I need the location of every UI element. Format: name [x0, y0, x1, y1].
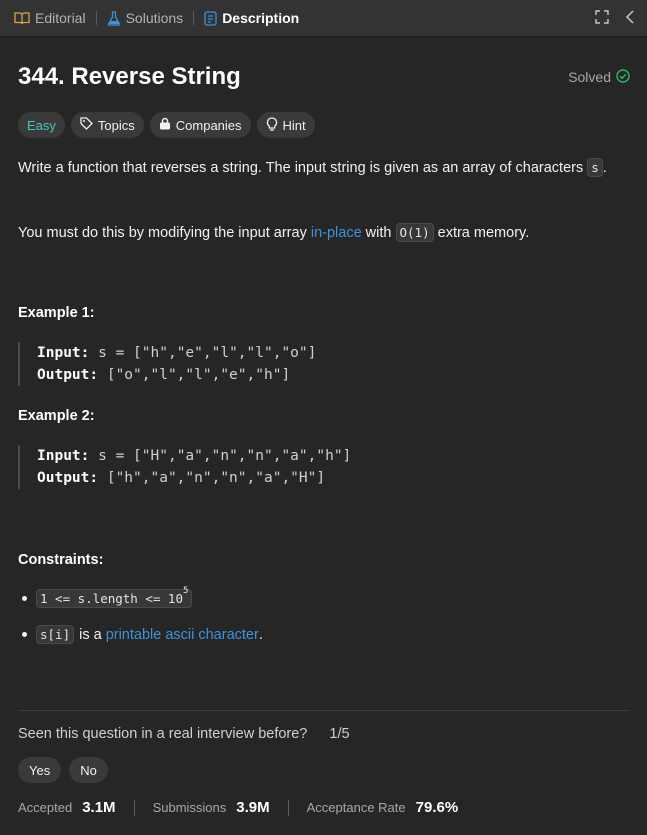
- lock-icon: [159, 117, 171, 133]
- tab-solutions[interactable]: Solutions: [107, 10, 184, 26]
- output-value: ["h","a","n","n","a","H"]: [106, 470, 326, 486]
- tab-description-label: Description: [222, 10, 300, 26]
- bullet-dot: [22, 596, 27, 602]
- submissions-value: 3.9M: [236, 799, 270, 816]
- accepted-value: 3.1M: [82, 799, 116, 816]
- constraint-text: .: [258, 626, 263, 643]
- title-row: 344. Reverse String Solved: [18, 63, 630, 91]
- tab-divider: [193, 11, 195, 25]
- tab-bar: Editorial Solutions Description: [0, 0, 647, 37]
- section-divider: [18, 710, 630, 711]
- interview-question-text: Seen this question in a real interview b…: [18, 726, 308, 742]
- example-2-block: Input: s = ["H","a","n","n","a","h"] Out…: [18, 445, 608, 489]
- stats-row: Accepted 3.1M Submissions 3.9M Acceptanc…: [18, 799, 458, 816]
- description-text: .: [602, 160, 607, 176]
- in-place-link[interactable]: in-place: [311, 225, 362, 241]
- solved-status: Solved: [568, 68, 630, 86]
- lightbulb-icon: [266, 116, 278, 134]
- constraint-text: is a: [79, 626, 102, 643]
- inline-code: 1 <= s.length <= 105: [36, 586, 193, 609]
- example-input-line: Input: s = ["H","a","n","n","a","h"]: [37, 445, 608, 467]
- description-text: You must do this by modifying the input …: [18, 225, 307, 241]
- example-2-heading: Example 2:: [18, 408, 95, 424]
- output-label: Output:: [37, 470, 99, 486]
- companies-label: Companies: [175, 117, 242, 133]
- stats-divider: [287, 799, 289, 816]
- description-paragraph-2: You must do this by modifying the input …: [18, 221, 630, 245]
- topics-button[interactable]: Topics: [70, 112, 144, 138]
- acceptance-rate-value: 79.6%: [415, 799, 459, 816]
- input-value: s = ["h","e","l","l","o"]: [98, 345, 317, 361]
- solved-label: Solved: [568, 69, 611, 85]
- interview-count: 1/5: [329, 726, 350, 742]
- output-label: Output:: [37, 367, 99, 383]
- example-output-line: Output: ["o","l","l","e","h"]: [37, 364, 608, 386]
- inline-code: s[i]: [36, 625, 75, 644]
- stats-divider: [133, 799, 135, 816]
- output-value: ["o","l","l","e","h"]: [106, 367, 291, 383]
- problem-tags: Easy Topics Companies Hint: [18, 112, 315, 138]
- tab-editorial[interactable]: Editorial: [14, 10, 86, 26]
- input-label: Input:: [37, 448, 90, 464]
- description-text: extra memory.: [437, 225, 530, 241]
- constraint-code: 1 <= s.length <= 10: [40, 591, 183, 607]
- yes-button[interactable]: Yes: [18, 757, 62, 783]
- problem-title[interactable]: 344. Reverse String: [18, 63, 241, 91]
- input-label: Input:: [37, 345, 90, 361]
- tabbar-actions: [595, 10, 635, 27]
- constraint-item: 1 <= s.length <= 105: [22, 586, 193, 609]
- accepted-label: Accepted: [18, 800, 73, 815]
- book-icon: [14, 11, 30, 25]
- check-circle-icon: [616, 68, 630, 86]
- fullscreen-icon[interactable]: [595, 10, 609, 27]
- tab-editorial-label: Editorial: [35, 10, 86, 26]
- document-icon: [204, 10, 217, 26]
- description-text: with: [365, 225, 392, 241]
- exponent: 5: [183, 586, 189, 596]
- input-value: s = ["H","a","n","n","a","h"]: [98, 448, 352, 464]
- tab-divider: [95, 11, 97, 25]
- interview-buttons: Yes No: [18, 757, 108, 783]
- example-1-heading: Example 1:: [18, 305, 95, 321]
- tag-icon: [80, 117, 93, 133]
- example-1-block: Input: s = ["h","e","l","l","o"] Output:…: [18, 342, 608, 386]
- flask-icon: [107, 10, 121, 26]
- collapse-left-icon[interactable]: [625, 10, 635, 27]
- hint-button[interactable]: Hint: [256, 112, 315, 138]
- tab-solutions-label: Solutions: [125, 10, 184, 26]
- bullet-dot: [22, 632, 27, 637]
- hint-label: Hint: [282, 117, 306, 133]
- constraints-heading: Constraints:: [18, 552, 104, 568]
- description-paragraph-1: Write a function that reverses a string.…: [18, 156, 630, 180]
- acceptance-rate-label: Acceptance Rate: [306, 800, 406, 815]
- example-input-line: Input: s = ["h","e","l","l","o"]: [37, 342, 608, 364]
- difficulty-badge: Easy: [18, 112, 65, 138]
- tab-description[interactable]: Description: [204, 10, 299, 26]
- companies-button[interactable]: Companies: [149, 112, 251, 138]
- interview-question: Seen this question in a real interview b…: [18, 726, 350, 742]
- description-text: Write a function that reverses a string.…: [18, 160, 584, 176]
- inline-code: O(1): [395, 223, 434, 242]
- inline-code: s: [587, 158, 603, 177]
- no-button[interactable]: No: [69, 757, 108, 783]
- constraint-item: s[i] is a printable ascii character.: [22, 625, 263, 644]
- topics-label: Topics: [97, 117, 135, 133]
- example-output-line: Output: ["h","a","n","n","a","H"]: [37, 467, 608, 489]
- submissions-label: Submissions: [152, 800, 227, 815]
- printable-ascii-link[interactable]: printable ascii character: [106, 627, 259, 643]
